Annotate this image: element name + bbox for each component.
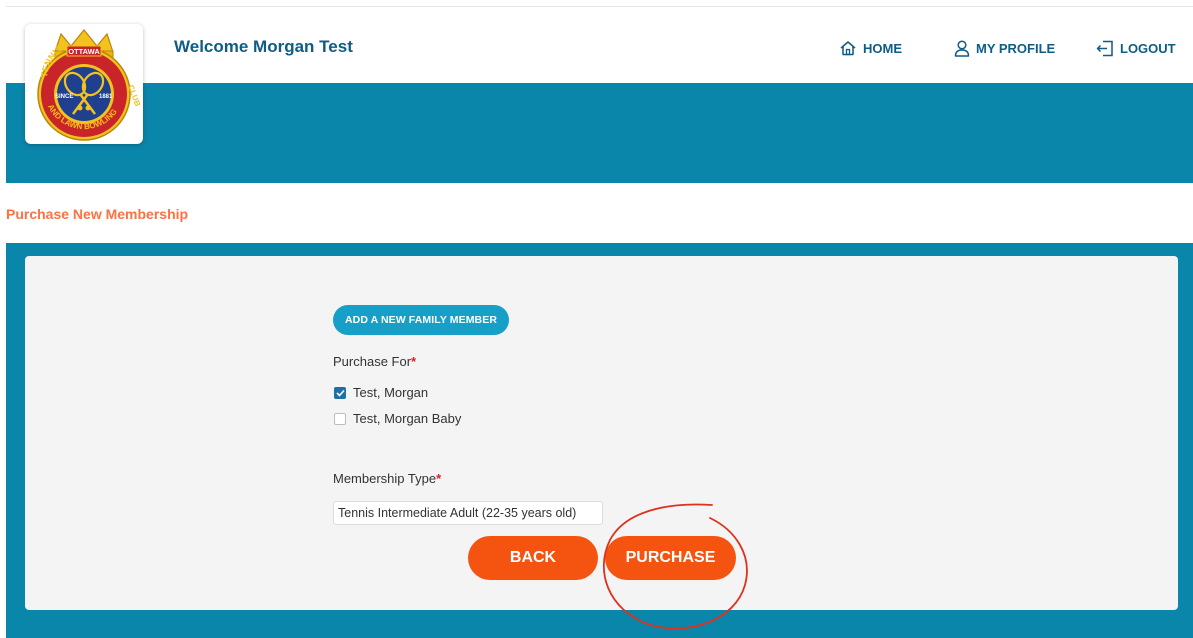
membership-type-select[interactable]: Tennis Intermediate Adult (22-35 years o… [333,501,603,525]
purchase-for-label-text: Purchase For [333,354,412,369]
nav-my-profile-label: MY PROFILE [976,41,1056,56]
required-marker: * [411,354,417,369]
back-button[interactable]: BACK [468,536,598,580]
header-band [6,83,1193,183]
member-checkbox[interactable] [334,386,346,399]
logout-icon [1096,40,1113,57]
welcome-message: Welcome Morgan Test [174,37,353,56]
page-title: Purchase New Membership [6,206,189,222]
member-name: Test, Morgan Baby [353,411,462,426]
member-name: Test, Morgan [353,385,429,400]
club-logo[interactable]: OTTAWA TENNIS AND LAWN BOWLING CLUB SINC… [25,24,143,144]
user-icon [954,40,970,57]
membership-type-label: Membership Type* [333,471,441,486]
nav-home-label: HOME [863,40,902,56]
home-icon [840,41,856,56]
logo-year-text: 1881 [99,94,113,100]
club-logo-emblem: OTTAWA TENNIS AND LAWN BOWLING CLUB SINC… [37,29,142,141]
member-option-test-morgan-baby[interactable]: Test, Morgan Baby [334,411,461,426]
purchase-button[interactable]: PURCHASE [605,536,736,580]
check-icon [335,389,345,397]
required-marker: * [436,471,442,486]
nav-logout[interactable]: LOGOUT [1096,40,1176,57]
nav-logout-label: LOGOUT [1120,41,1176,56]
member-checkbox[interactable] [334,412,346,425]
form-card [25,256,1178,610]
purchase-for-label: Purchase For* [333,354,416,369]
membership-type-label-text: Membership Type [333,471,437,486]
member-option-test-morgan[interactable]: Test, Morgan [334,385,428,400]
nav-home[interactable]: HOME [839,40,902,56]
logo-top-text: OTTAWA [68,47,100,56]
logo-since-text: SINCE [55,94,73,100]
nav-my-profile[interactable]: MY PROFILE [954,40,1055,57]
add-family-member-button[interactable]: ADD A NEW FAMILY MEMBER [333,305,509,335]
